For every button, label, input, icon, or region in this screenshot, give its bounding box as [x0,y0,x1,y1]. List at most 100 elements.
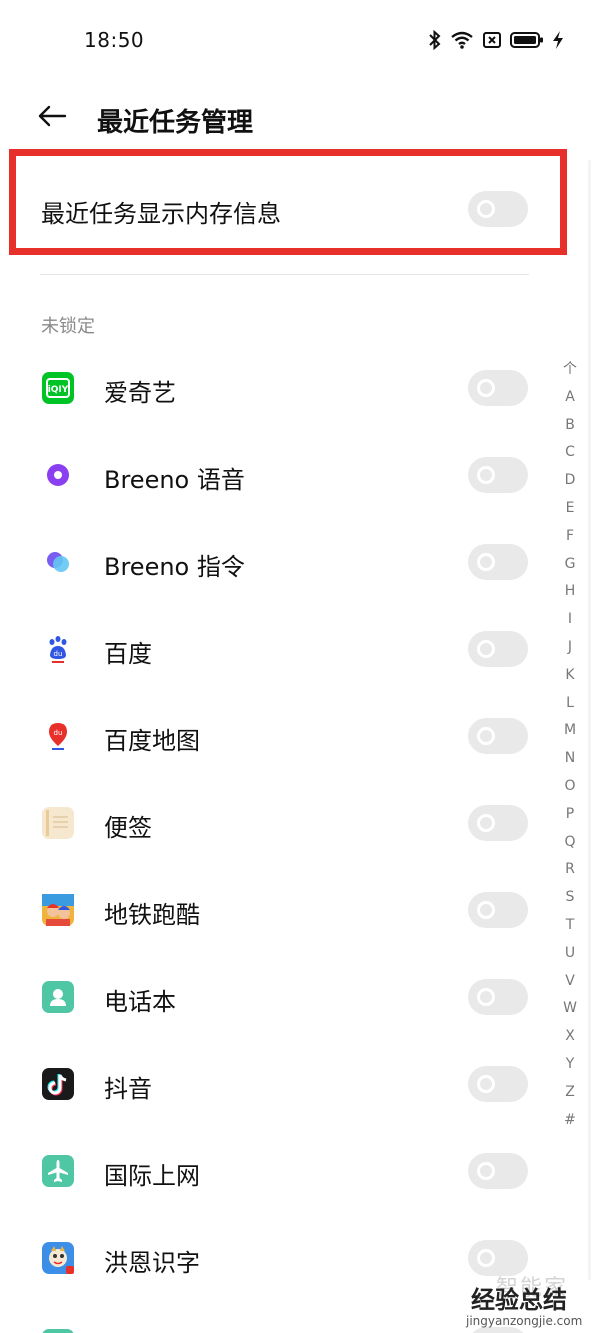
index-letter[interactable]: F [558,523,582,551]
index-letter[interactable]: Q [558,829,582,857]
app-row-subway-surfers[interactable]: 地铁跑酷 [0,868,555,954]
app-row-notes[interactable]: 便签 [0,781,555,867]
toggle-knob [477,1249,495,1267]
lock-toggle-notes[interactable] [468,805,528,841]
alphabet-index-bar[interactable]: 个 A B C D E F G H I J K L M N O P Q R S T U V W X Y Z # [558,356,582,1134]
toggle-knob [477,1162,495,1180]
toggle-knob [477,553,495,571]
index-letter[interactable]: Y [558,1051,582,1079]
status-bar: 18:50 [0,0,600,80]
lock-toggle-baidu[interactable] [468,631,528,667]
iqiyi-icon: iQIY [42,372,74,404]
notes-icon [42,807,74,839]
svg-text:du: du [54,729,63,737]
arrow-left-icon [37,105,67,131]
index-letter[interactable]: M [558,717,582,745]
toggle-knob [477,1075,495,1093]
app-row-douyin[interactable]: 抖音 [0,1042,555,1128]
app-name: 爱奇艺 [104,379,176,407]
index-letter[interactable]: D [558,467,582,495]
header: 最近任务管理 [0,88,600,148]
app-name: Breeno 语音 [104,466,245,494]
index-letter[interactable]: H [558,578,582,606]
baidu-icon: du [42,633,74,665]
index-letter[interactable]: U [558,940,582,968]
index-letter[interactable]: L [558,690,582,718]
app-name: 国际上网 [104,1162,200,1190]
index-letter[interactable]: I [558,606,582,634]
douyin-icon [42,1068,74,1100]
toggle-knob [477,379,495,397]
app-name: 电话本 [104,988,176,1016]
app-name: 洪恩识字 [104,1249,200,1277]
section-title-unlocked: 未锁定 [41,316,95,337]
lock-toggle-breeno-command[interactable] [468,544,528,580]
highlight-annotation-box [9,149,567,255]
app-name: Breeno 指令 [104,553,245,581]
wifi-icon [450,30,474,50]
toggle-knob [477,466,495,484]
index-letter[interactable]: Z [558,1079,582,1107]
app-row-baidu[interactable]: du 百度 [0,607,555,693]
app-row-breeno-voice[interactable]: Breeno 语音 [0,433,555,519]
index-letter[interactable]: C [558,439,582,467]
index-letter[interactable]: B [558,412,582,440]
lock-toggle-baidu-map[interactable] [468,718,528,754]
app-name: 地铁跑酷 [104,901,200,929]
lock-toggle-iqiyi[interactable] [468,370,528,406]
index-letter[interactable]: V [558,968,582,996]
app-row-iqiyi[interactable]: iQIY 爱奇艺 [0,346,555,432]
hongen-icon [42,1242,74,1274]
index-letter[interactable]: T [558,912,582,940]
scroll-track [588,160,591,1280]
index-letter[interactable]: E [558,495,582,523]
page-title: 最近任务管理 [97,108,254,138]
app-name: 百度地图 [104,727,200,755]
airplane-icon [42,1155,74,1187]
index-letter[interactable]: 个 [558,356,582,384]
lock-toggle-global-internet[interactable] [468,1153,528,1189]
app-icon-partial [42,1329,74,1333]
index-letter[interactable]: N [558,745,582,773]
index-letter[interactable]: # [558,1107,582,1135]
sim-icon [482,30,502,50]
toggle-knob [477,901,495,919]
lock-toggle-douyin[interactable] [468,1066,528,1102]
app-name: 抖音 [104,1075,152,1103]
lock-toggle-breeno-voice[interactable] [468,457,528,493]
watermark-main: 经验总结 [471,1286,567,1314]
back-button[interactable] [30,98,74,138]
app-row-global-internet[interactable]: 国际上网 [0,1129,555,1215]
bluetooth-icon [428,30,442,50]
index-letter[interactable]: S [558,884,582,912]
breeno-command-icon [42,546,74,578]
svg-text:iQIY: iQIY [48,385,69,395]
status-icons [428,28,564,52]
index-letter[interactable]: O [558,773,582,801]
index-letter[interactable]: J [558,634,582,662]
toggle-knob [477,640,495,658]
app-name: 百度 [104,640,152,668]
index-letter[interactable]: A [558,384,582,412]
app-row-breeno-command[interactable]: Breeno 指令 [0,520,555,606]
watermark: 智能家 经验总结 jingyanzongjie.com [466,1270,596,1332]
divider [40,274,529,275]
lock-toggle-contacts[interactable] [468,979,528,1015]
contacts-icon [42,981,74,1013]
lock-toggle-subway-surfers[interactable] [468,892,528,928]
app-row-baidu-map[interactable]: du 百度地图 [0,694,555,780]
index-letter[interactable]: W [558,995,582,1023]
index-letter[interactable]: P [558,801,582,829]
index-letter[interactable]: K [558,662,582,690]
watermark-url: jingyanzongjie.com [466,1314,583,1328]
battery-icon [510,30,544,50]
index-letter[interactable]: X [558,1023,582,1051]
index-letter[interactable]: R [558,856,582,884]
breeno-voice-icon [42,459,74,491]
app-row-contacts[interactable]: 电话本 [0,955,555,1041]
index-letter[interactable]: G [558,551,582,579]
svg-text:du: du [54,650,63,658]
subway-surfers-icon [42,894,74,926]
toggle-knob [477,727,495,745]
toggle-knob [477,988,495,1006]
